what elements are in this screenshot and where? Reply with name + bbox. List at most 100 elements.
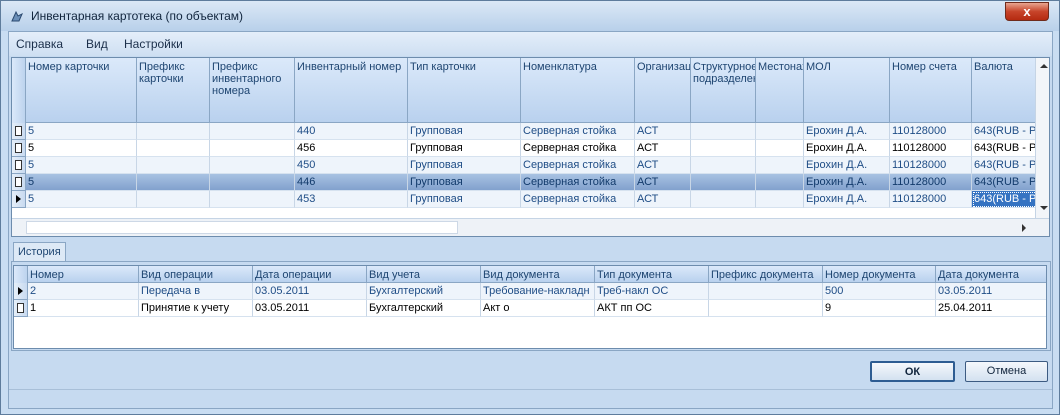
column-header[interactable]: Номер счета xyxy=(890,58,972,123)
table-cell[interactable]: 5 xyxy=(26,140,137,157)
column-header[interactable]: Вид учета xyxy=(367,266,481,283)
ok-button[interactable]: ОК xyxy=(870,361,955,382)
table-cell[interactable]: Серверная стойка xyxy=(521,123,635,140)
table-cell[interactable]: 25.04.2011 xyxy=(936,300,1046,317)
table-cell[interactable]: 453 xyxy=(295,191,408,208)
table-cell[interactable]: Треб-накл ОС xyxy=(595,283,709,300)
table-cell[interactable]: 440 xyxy=(295,123,408,140)
table-cell[interactable]: 110128000 xyxy=(890,140,972,157)
table-cell[interactable]: Ерохин Д.А. xyxy=(804,191,890,208)
table-cell[interactable]: АСТ xyxy=(635,123,691,140)
table-cell[interactable] xyxy=(137,157,210,174)
column-header[interactable]: Инвентарный номер xyxy=(295,58,408,123)
table-row[interactable]: 5 446 Групповая Серверная стойка АСТ Ерохин Д… xyxy=(12,174,1049,191)
table-cell[interactable]: 110128000 xyxy=(890,174,972,191)
table-cell[interactable] xyxy=(691,123,756,140)
table-cell[interactable]: 03.05.2011 xyxy=(936,283,1046,300)
row-indicator[interactable] xyxy=(14,300,28,317)
table-cell[interactable]: 1 xyxy=(28,300,139,317)
cancel-button[interactable]: Отмена xyxy=(965,361,1048,382)
history-grid[interactable]: Номер Вид операции Дата операции Вид учета В… xyxy=(13,265,1047,349)
table-cell[interactable]: Ерохин Д.А. xyxy=(804,157,890,174)
table-cell[interactable]: Ерохин Д.А. xyxy=(804,140,890,157)
table-cell[interactable]: АСТ xyxy=(635,191,691,208)
column-header[interactable]: Дата документа xyxy=(936,266,1046,283)
row-indicator[interactable] xyxy=(12,123,26,140)
table-cell[interactable]: АСТ xyxy=(635,174,691,191)
scroll-up-arrow-icon[interactable] xyxy=(1040,64,1048,68)
row-indicator[interactable] xyxy=(12,191,26,208)
table-cell[interactable]: 5 xyxy=(26,191,137,208)
table-cell[interactable]: 110128000 xyxy=(890,123,972,140)
table-cell[interactable] xyxy=(756,140,804,157)
table-cell[interactable]: Акт о xyxy=(481,300,595,317)
table-cell[interactable] xyxy=(210,191,295,208)
table-cell[interactable] xyxy=(137,174,210,191)
table-cell[interactable] xyxy=(756,157,804,174)
menu-item-help[interactable]: Справка xyxy=(16,37,63,51)
column-header[interactable]: Организация xyxy=(635,58,691,123)
table-cell[interactable] xyxy=(210,157,295,174)
table-cell[interactable]: Бухгалтерский xyxy=(367,300,481,317)
table-cell[interactable]: 5 xyxy=(26,123,137,140)
table-cell[interactable]: 450 xyxy=(295,157,408,174)
column-header[interactable]: Тип карточки xyxy=(408,58,521,123)
table-cell[interactable]: Серверная стойка xyxy=(521,140,635,157)
column-header[interactable]: Префикс инвентарного номера xyxy=(210,58,295,123)
cards-vertical-scrollbar[interactable] xyxy=(1035,58,1049,218)
table-cell[interactable] xyxy=(210,140,295,157)
table-cell[interactable]: Групповая xyxy=(408,157,521,174)
table-cell[interactable]: Серверная стойка xyxy=(521,191,635,208)
row-indicator[interactable] xyxy=(12,174,26,191)
table-row[interactable]: 2 Передача в 03.05.2011 Бухгалтерский Требов… xyxy=(14,283,1046,300)
table-cell[interactable]: Серверная стойка xyxy=(521,157,635,174)
table-cell[interactable] xyxy=(691,191,756,208)
table-cell[interactable] xyxy=(210,123,295,140)
table-cell[interactable]: Передача в xyxy=(139,283,253,300)
table-cell[interactable] xyxy=(691,174,756,191)
column-header[interactable]: Номенклатура xyxy=(521,58,635,123)
table-cell[interactable]: 110128000 xyxy=(890,191,972,208)
column-header[interactable]: Префикс документа xyxy=(709,266,823,283)
table-cell[interactable]: Требование-накладн xyxy=(481,283,595,300)
table-cell[interactable] xyxy=(756,191,804,208)
table-cell[interactable] xyxy=(756,123,804,140)
table-cell[interactable]: Серверная стойка xyxy=(521,174,635,191)
menu-item-settings[interactable]: Настройки xyxy=(124,37,183,51)
table-row[interactable]: 5 450 Групповая Серверная стойка АСТ Ерохин Д… xyxy=(12,157,1049,174)
cards-grid[interactable]: Номер карточки Префикс карточки Префикс ин… xyxy=(11,57,1050,237)
table-cell[interactable]: 5 xyxy=(26,174,137,191)
table-cell[interactable]: 03.05.2011 xyxy=(253,283,367,300)
title-bar[interactable]: Инвентарная картотека (по объектам) x xyxy=(1,1,1059,31)
column-header[interactable]: Дата операции xyxy=(253,266,367,283)
scroll-right-arrow-icon[interactable] xyxy=(1022,224,1026,232)
table-cell[interactable] xyxy=(709,300,823,317)
column-header[interactable]: Тип документа xyxy=(595,266,709,283)
column-header[interactable]: Вид операции xyxy=(139,266,253,283)
table-cell[interactable]: 110128000 xyxy=(890,157,972,174)
table-cell[interactable]: 500 xyxy=(823,283,936,300)
table-cell[interactable]: 2 xyxy=(28,283,139,300)
column-header[interactable]: Номер xyxy=(28,266,139,283)
table-cell[interactable] xyxy=(137,191,210,208)
table-cell[interactable] xyxy=(137,140,210,157)
table-cell[interactable] xyxy=(210,174,295,191)
table-cell[interactable]: Ерохин Д.А. xyxy=(804,123,890,140)
column-header[interactable]: Вид документа xyxy=(481,266,595,283)
close-button[interactable]: x xyxy=(1005,2,1049,21)
scroll-thumb[interactable] xyxy=(26,221,458,234)
table-cell[interactable]: АСТ xyxy=(635,157,691,174)
table-cell[interactable]: АКТ пп ОС xyxy=(595,300,709,317)
table-row[interactable]: 5 440 Групповая Серверная стойка АСТ Ерохин Д… xyxy=(12,123,1049,140)
tab-history[interactable]: История xyxy=(13,242,66,262)
column-header[interactable]: Местонахождение xyxy=(756,58,804,123)
table-cell[interactable]: 9 xyxy=(823,300,936,317)
column-header[interactable]: МОЛ xyxy=(804,58,890,123)
table-cell[interactable] xyxy=(691,140,756,157)
table-cell[interactable]: Групповая xyxy=(408,140,521,157)
row-indicator[interactable] xyxy=(12,140,26,157)
table-cell[interactable] xyxy=(756,174,804,191)
scroll-down-arrow-icon[interactable] xyxy=(1040,206,1048,210)
table-row[interactable]: 5 453 Групповая Серверная стойка АСТ Ерохин Д… xyxy=(12,191,1049,208)
row-indicator[interactable] xyxy=(12,157,26,174)
